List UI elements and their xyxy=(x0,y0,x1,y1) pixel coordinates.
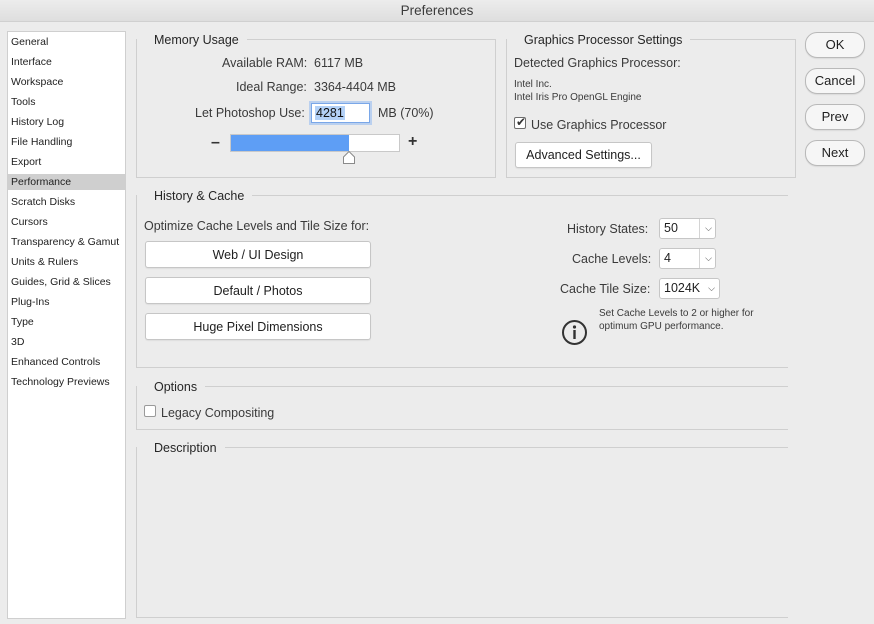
memory-percent-label: MB (70%) xyxy=(378,106,434,120)
chevron-down-icon: ⌵ xyxy=(708,283,715,293)
cache-levels-select[interactable]: 4 ⌵ xyxy=(659,248,716,269)
cache-levels-label: Cache Levels: xyxy=(572,252,652,266)
cancel-button[interactable]: Cancel xyxy=(805,68,865,94)
history-cache-title: History & Cache xyxy=(137,188,253,204)
select-divider xyxy=(699,219,700,238)
gpu-vendor: Intel Inc. xyxy=(514,79,552,90)
sidebar-item-scratch-disks[interactable]: Scratch Disks xyxy=(8,194,125,210)
huge-pixel-dimensions-button[interactable]: Huge Pixel Dimensions xyxy=(145,313,371,340)
cache-levels-value: 4 xyxy=(664,251,671,265)
decrease-memory-button[interactable]: – xyxy=(211,134,220,152)
sidebar-item-interface[interactable]: Interface xyxy=(8,54,125,70)
next-button[interactable]: Next xyxy=(805,140,865,166)
default-photos-button[interactable]: Default / Photos xyxy=(145,277,371,304)
available-ram-label: Available RAM: xyxy=(222,56,308,70)
window-title: Preferences xyxy=(0,0,874,22)
cache-info-line1: Set Cache Levels to 2 or higher for xyxy=(599,308,754,319)
ok-button[interactable]: OK xyxy=(805,32,865,58)
memory-usage-title: Memory Usage xyxy=(137,32,247,48)
ideal-range-value: 3364-4404 MB xyxy=(314,80,397,94)
chevron-down-icon: ⌵ xyxy=(705,253,712,263)
sidebar-item-technology-previews[interactable]: Technology Previews xyxy=(8,374,125,390)
info-icon xyxy=(562,320,587,345)
sidebar-item-export[interactable]: Export xyxy=(8,154,125,170)
sidebar-item-tools[interactable]: Tools xyxy=(8,94,125,110)
sidebar-item-file-handling[interactable]: File Handling xyxy=(8,134,125,150)
sidebar-item-enhanced-controls[interactable]: Enhanced Controls xyxy=(8,354,125,370)
gpu-settings-title: Graphics Processor Settings xyxy=(507,32,691,48)
prev-button[interactable]: Prev xyxy=(805,104,865,130)
web-ui-design-button[interactable]: Web / UI Design xyxy=(145,241,371,268)
increase-memory-button[interactable]: + xyxy=(408,133,417,151)
let-photoshop-use-label: Let Photoshop Use: xyxy=(195,106,305,120)
history-states-label: History States: xyxy=(567,222,649,236)
cache-tile-size-label: Cache Tile Size: xyxy=(560,282,651,296)
ideal-range-label: Ideal Range: xyxy=(236,80,307,94)
sidebar-item-3d[interactable]: 3D xyxy=(8,334,125,350)
sidebar-item-performance[interactable]: Performance xyxy=(8,174,125,190)
history-states-value: 50 xyxy=(664,221,678,235)
sidebar-item-guides-grid-slices[interactable]: Guides, Grid & Slices xyxy=(8,274,125,290)
chevron-down-icon: ⌵ xyxy=(705,223,712,233)
history-states-select[interactable]: 50 ⌵ xyxy=(659,218,716,239)
cache-info-line2: optimum GPU performance. xyxy=(599,321,724,332)
available-ram-value: 6117 MB xyxy=(314,56,364,70)
preferences-sidebar: General Interface Workspace Tools Histor… xyxy=(7,31,126,619)
gpu-engine: Intel Iris Pro OpenGL Engine xyxy=(514,92,642,103)
cache-tile-size-select[interactable]: 1024K ⌵ xyxy=(659,278,720,299)
memory-slider-fill xyxy=(231,135,349,151)
description-title: Description xyxy=(137,440,225,456)
checkmark-icon: ✔ xyxy=(516,115,527,129)
sidebar-item-plug-ins[interactable]: Plug-Ins xyxy=(8,294,125,310)
sidebar-item-cursors[interactable]: Cursors xyxy=(8,214,125,230)
memory-slider-track[interactable] xyxy=(230,134,400,152)
sidebar-item-general[interactable]: General xyxy=(8,34,125,50)
select-divider xyxy=(699,249,700,268)
use-gpu-label: Use Graphics Processor xyxy=(531,118,667,132)
advanced-settings-button[interactable]: Advanced Settings... xyxy=(515,142,652,168)
description-group xyxy=(136,447,788,618)
sidebar-item-units-rulers[interactable]: Units & Rulers xyxy=(8,254,125,270)
sidebar-item-workspace[interactable]: Workspace xyxy=(8,74,125,90)
sidebar-item-history-log[interactable]: History Log xyxy=(8,114,125,130)
sidebar-item-transparency-gamut[interactable]: Transparency & Gamut xyxy=(8,234,125,250)
use-gpu-checkbox[interactable]: ✔ xyxy=(514,115,527,129)
legacy-compositing-label: Legacy Compositing xyxy=(161,406,275,420)
memory-amount-value: 4281 xyxy=(315,106,345,120)
options-title: Options xyxy=(137,379,206,395)
memory-amount-field[interactable]: 4281 xyxy=(311,103,370,123)
detected-gpu-label: Detected Graphics Processor: xyxy=(514,56,681,70)
cache-tile-size-value: 1024K xyxy=(664,281,701,295)
memory-slider-thumb[interactable] xyxy=(343,151,355,164)
optimize-cache-label: Optimize Cache Levels and Tile Size for: xyxy=(144,219,370,233)
legacy-compositing-checkbox[interactable] xyxy=(144,405,156,417)
sidebar-item-type[interactable]: Type xyxy=(8,314,125,330)
